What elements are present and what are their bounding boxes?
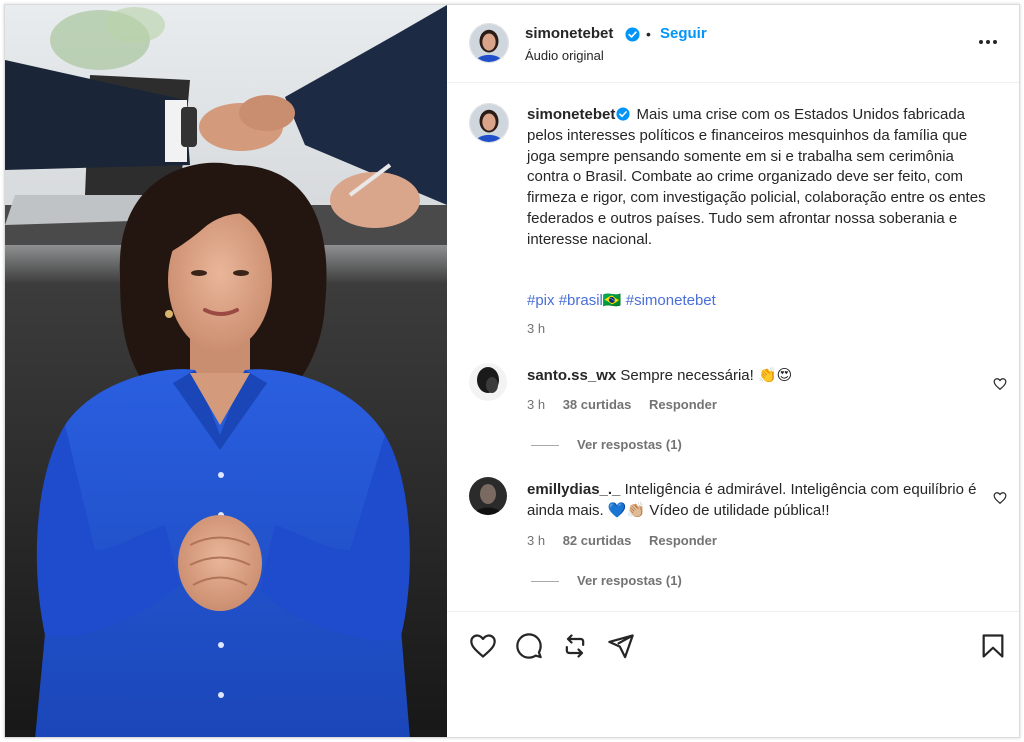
verified-badge-icon bbox=[625, 27, 640, 42]
comment-body: Sempre necessária! 👏😍 bbox=[620, 367, 793, 384]
heart-icon bbox=[470, 634, 496, 658]
commenter-avatar[interactable] bbox=[469, 363, 507, 401]
author-username[interactable]: simonetebet bbox=[525, 25, 613, 42]
author-avatar-image bbox=[470, 24, 508, 62]
caption-author-avatar[interactable] bbox=[469, 103, 509, 143]
commenter-avatar-image bbox=[469, 477, 507, 515]
original-audio-link[interactable]: Áudio original bbox=[525, 48, 604, 63]
author-avatar[interactable] bbox=[469, 23, 509, 63]
comment-text: emillydias_._ Inteligência é admirável. … bbox=[527, 479, 987, 521]
caption-hashtags: #pix #brasil🇧🇷 #simonetebet bbox=[527, 291, 716, 309]
reply-button[interactable]: Responder bbox=[649, 533, 717, 548]
comment-heart-icon[interactable] bbox=[993, 491, 1007, 505]
commenter-username[interactable]: emillydias_._ bbox=[527, 481, 620, 498]
view-replies-label: Ver respostas (1) bbox=[577, 437, 682, 452]
share-button[interactable] bbox=[607, 632, 635, 660]
comment-time[interactable]: 3 h bbox=[527, 533, 545, 548]
hashtag-link[interactable]: #brasil🇧🇷 bbox=[559, 292, 622, 309]
comment-heart-icon[interactable] bbox=[993, 377, 1007, 391]
bookmark-icon bbox=[982, 634, 1004, 658]
share-icon bbox=[608, 634, 634, 659]
comment-meta: 3 h 82 curtidas Responder bbox=[527, 533, 731, 548]
hashtag-link[interactable]: #pix bbox=[527, 292, 555, 309]
comment-time[interactable]: 3 h bbox=[527, 397, 545, 412]
like-button[interactable] bbox=[469, 632, 497, 660]
repost-icon bbox=[565, 634, 585, 658]
comment-likes[interactable]: 82 curtidas bbox=[563, 533, 632, 548]
comment-icon bbox=[516, 633, 542, 659]
save-button[interactable] bbox=[979, 632, 1007, 660]
commenter-avatar-image bbox=[469, 363, 507, 401]
caption-verified-badge-icon bbox=[616, 107, 630, 121]
comment-text: santo.ss_wx Sempre necessária! 👏😍 bbox=[527, 365, 987, 386]
view-replies-button[interactable]: Ver respostas (1) bbox=[531, 437, 682, 452]
reply-button[interactable]: Responder bbox=[649, 397, 717, 412]
post-window: simonetebet • Seguir Áudio original simo… bbox=[4, 4, 1020, 738]
comment-button[interactable] bbox=[515, 632, 543, 660]
commenter-username[interactable]: santo.ss_wx bbox=[527, 367, 616, 384]
replies-divider bbox=[531, 445, 559, 447]
separator-dot: • bbox=[646, 26, 651, 42]
follow-button[interactable]: Seguir bbox=[660, 25, 707, 42]
repost-button[interactable] bbox=[561, 632, 589, 660]
post-header: simonetebet • Seguir Áudio original bbox=[447, 5, 1019, 83]
caption-avatar-image bbox=[470, 104, 508, 142]
post-details-panel: simonetebet • Seguir Áudio original simo… bbox=[447, 5, 1019, 737]
post-media-video[interactable] bbox=[5, 5, 447, 737]
comment-meta: 3 h 38 curtidas Responder bbox=[527, 397, 731, 412]
comment-likes[interactable]: 38 curtidas bbox=[563, 397, 632, 412]
view-replies-button[interactable]: Ver respostas (1) bbox=[531, 573, 682, 588]
caption-text: simonetebet Mais uma crise com os Estado… bbox=[527, 105, 987, 251]
caption-timestamp[interactable]: 3 h bbox=[527, 321, 545, 336]
post-media-illustration bbox=[5, 5, 447, 737]
view-replies-label: Ver respostas (1) bbox=[577, 573, 682, 588]
hashtag-link[interactable]: #simonetebet bbox=[626, 292, 716, 309]
more-options-icon[interactable] bbox=[977, 31, 999, 53]
caption-username[interactable]: simonetebet bbox=[527, 106, 615, 123]
caption-body: Mais uma crise com os Estados Unidos fab… bbox=[527, 106, 986, 248]
replies-divider bbox=[531, 581, 559, 583]
commenter-avatar[interactable] bbox=[469, 477, 507, 515]
post-actions-bar bbox=[447, 611, 1019, 737]
